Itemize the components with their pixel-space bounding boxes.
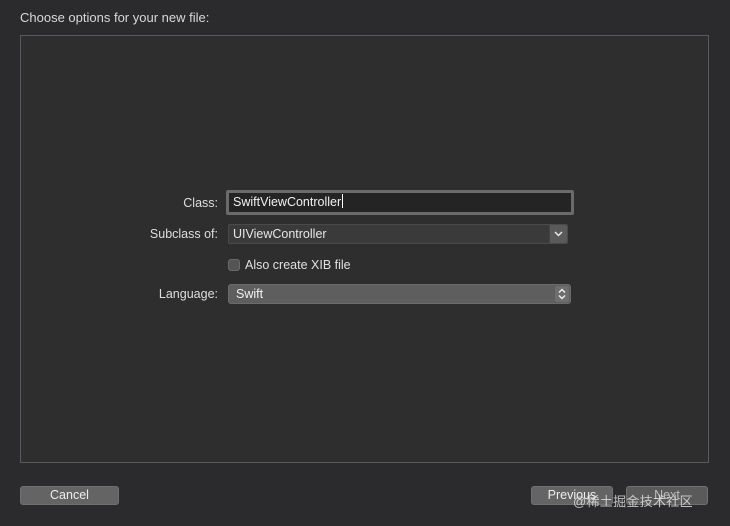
xib-checkbox[interactable] xyxy=(228,259,240,271)
language-popup-button[interactable]: Swift xyxy=(228,284,571,304)
dialog-title: Choose options for your new file: xyxy=(20,10,210,25)
class-name-value: SwiftViewController xyxy=(233,195,342,209)
text-caret xyxy=(342,194,344,208)
class-name-field[interactable]: SwiftViewController xyxy=(226,190,574,215)
cancel-button[interactable]: Cancel xyxy=(20,486,119,505)
language-label: Language: xyxy=(158,287,218,301)
subclass-combo-box[interactable]: UIViewController xyxy=(228,224,568,244)
class-label: Class: xyxy=(183,196,218,210)
new-file-options-dialog: Choose options for your new file: Class:… xyxy=(0,0,730,526)
language-value: Swift xyxy=(236,287,264,301)
updown-chevrons-icon xyxy=(555,286,569,302)
subclass-label: Subclass of: xyxy=(149,227,218,241)
xib-checkbox-label: Also create XIB file xyxy=(245,258,351,272)
xib-checkbox-row[interactable]: Also create XIB file xyxy=(228,257,351,273)
subclass-value: UIViewController xyxy=(233,227,327,241)
options-panel xyxy=(20,35,709,463)
watermark-text: @稀土掘金技术社区 xyxy=(573,494,693,509)
chevron-down-icon[interactable] xyxy=(549,225,567,243)
